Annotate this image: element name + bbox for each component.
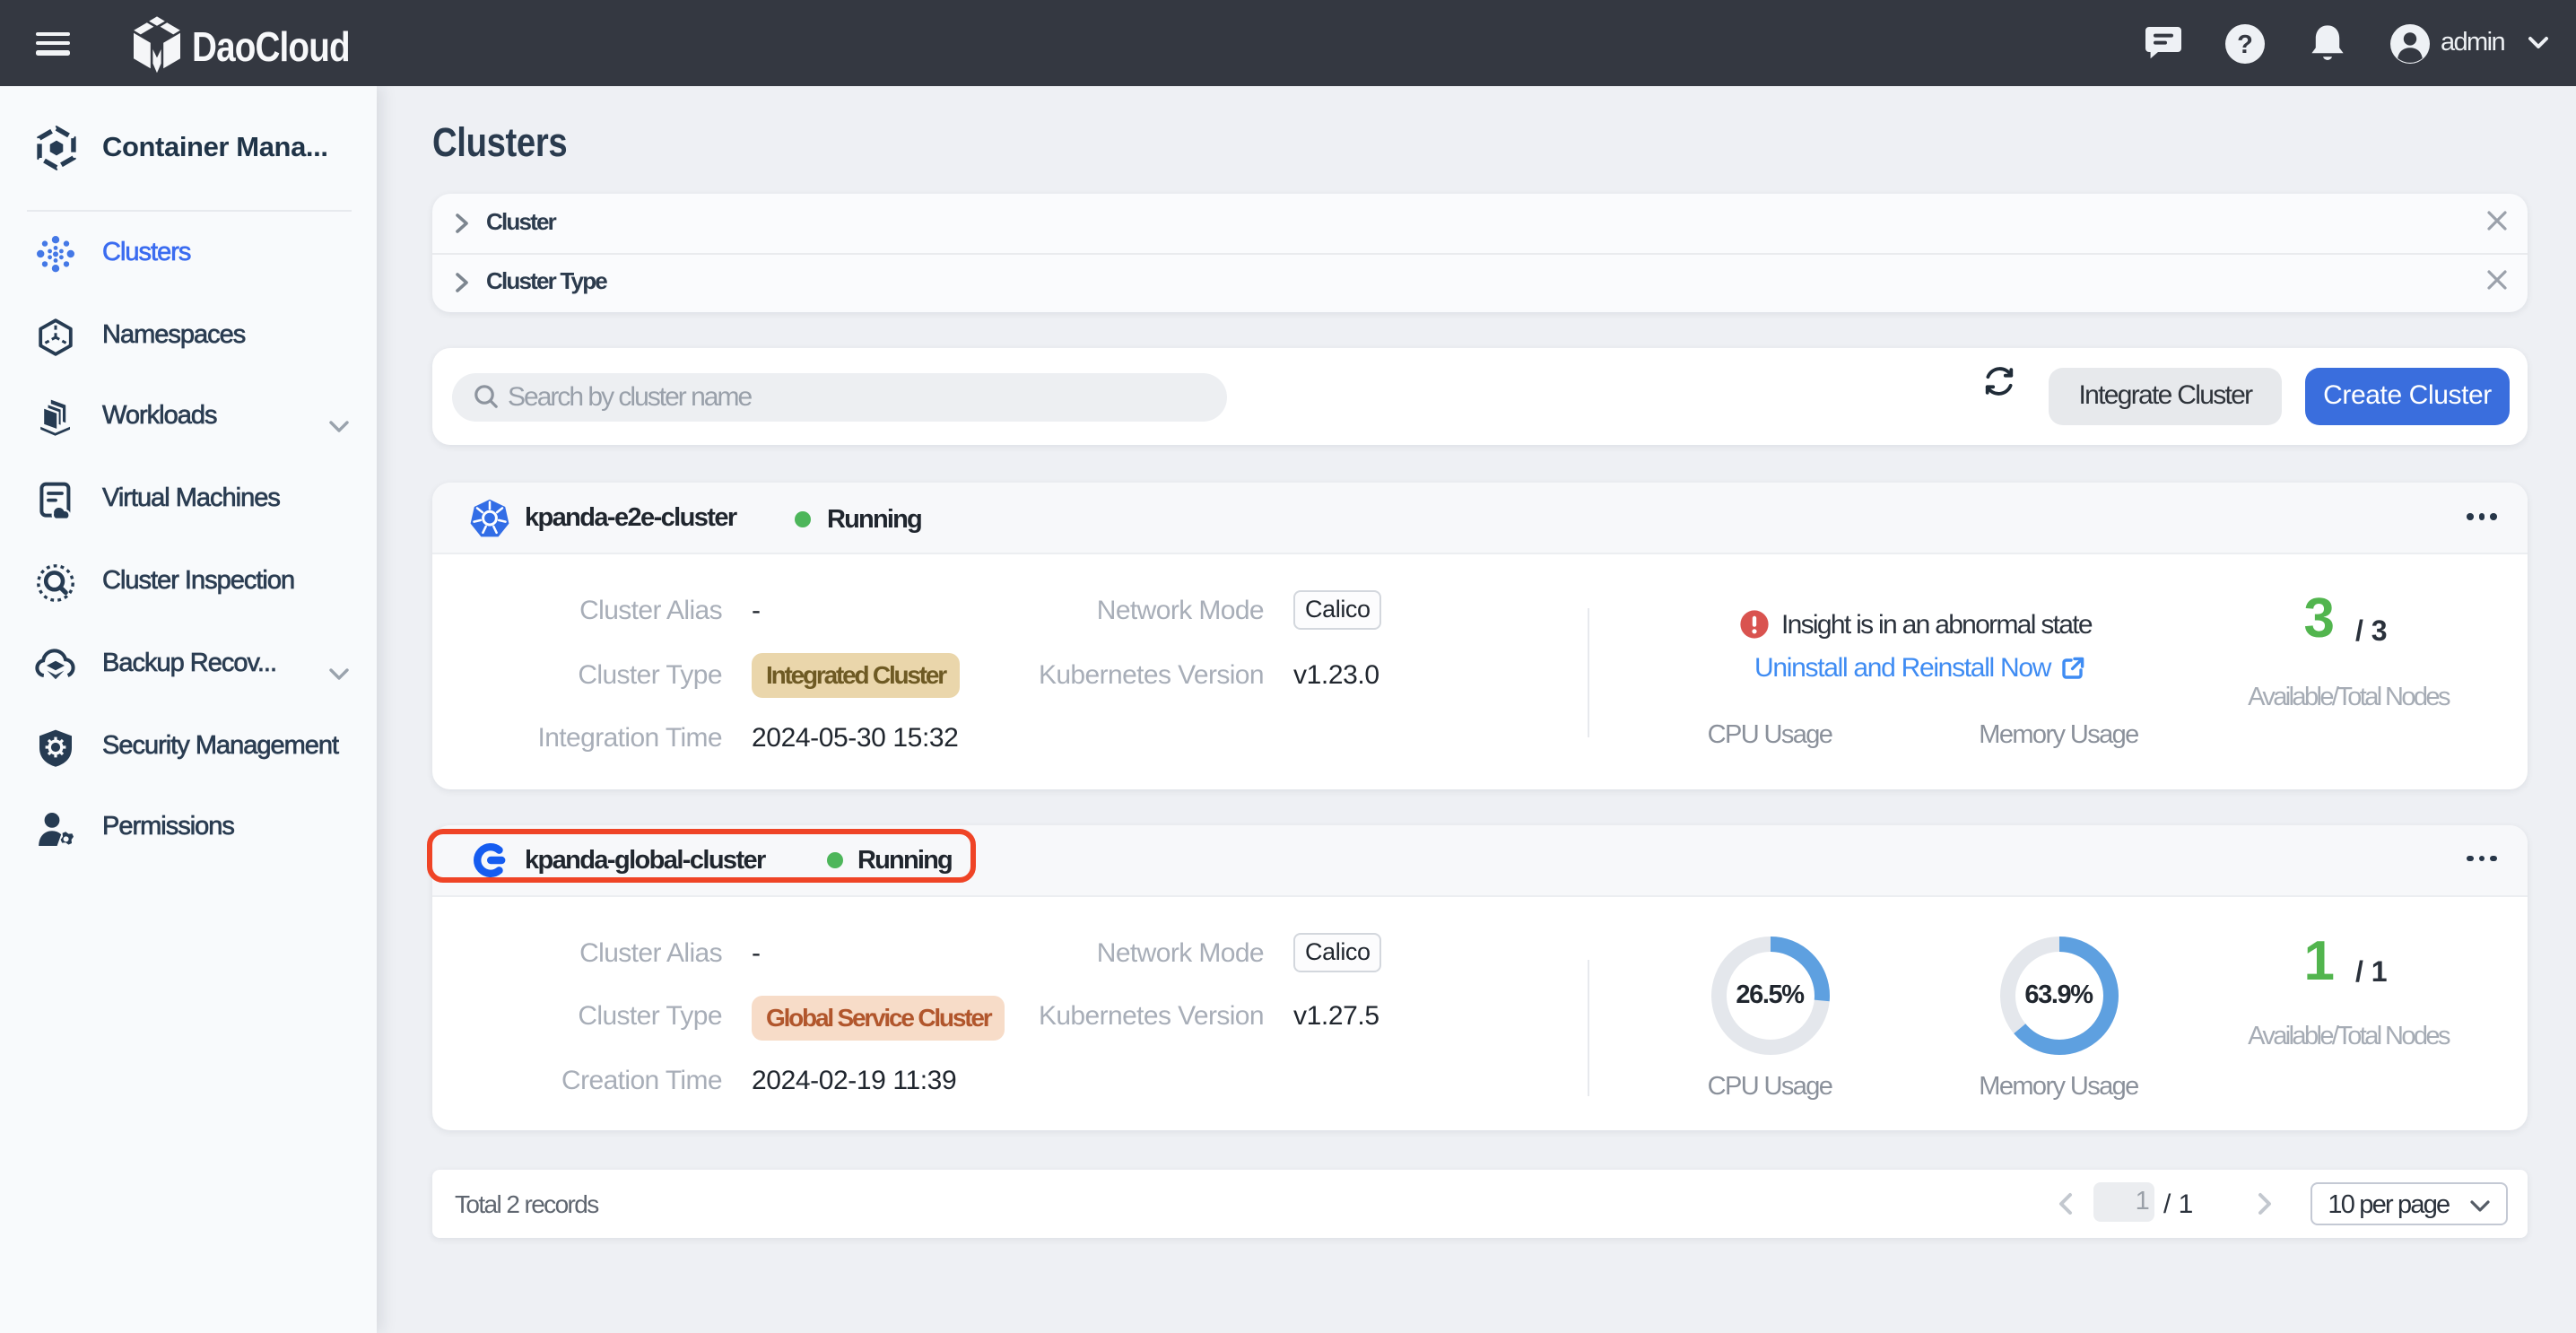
svg-text:?: ? <box>2237 30 2253 59</box>
